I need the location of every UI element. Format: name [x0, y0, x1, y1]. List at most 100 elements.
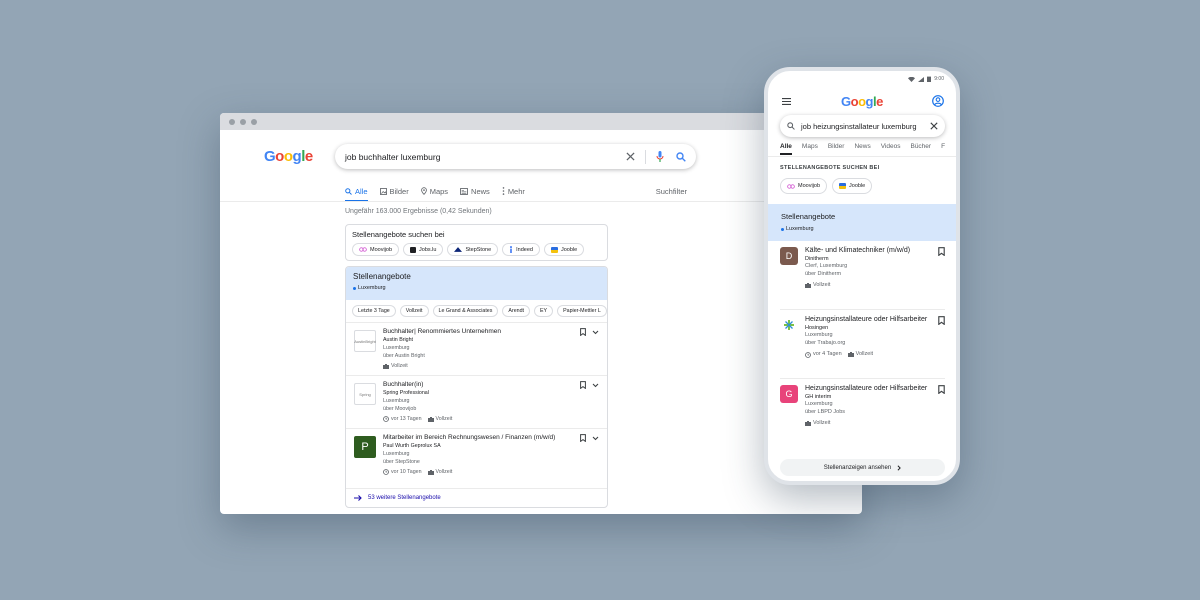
job-meta: vor 13 Tagen Vollzeit — [383, 415, 452, 423]
jobs-location-label: Luxemburg — [358, 285, 386, 291]
job-source: über Austin Bright — [383, 353, 425, 359]
job-meta: Vollzeit — [805, 420, 930, 428]
clock-icon — [383, 416, 389, 422]
search-tabs: Alle Bilder Maps News Mehr Suchfilter — [345, 183, 687, 202]
tab-maps[interactable]: Maps — [420, 183, 448, 199]
provider-chip-label: Moovijob — [798, 183, 821, 189]
tab-all[interactable]: Alle — [345, 183, 368, 202]
job-listing[interactable]: P Mitarbeiter im Bereich Rechnungswesen … — [346, 429, 607, 489]
bookmark-icon[interactable] — [938, 247, 945, 256]
tab-news[interactable]: News — [460, 183, 490, 199]
bookmark-icon[interactable] — [580, 381, 586, 389]
provider-chip-jooble[interactable]: Jooble — [543, 243, 585, 256]
tabs-divider — [768, 156, 956, 157]
bookmark-icon[interactable] — [580, 328, 586, 336]
signal-icon — [918, 76, 925, 82]
job-company: GH interim — [805, 393, 832, 400]
filter-chip[interactable]: Papier-Mettler L — [557, 305, 607, 317]
tab-books[interactable]: Bücher — [910, 143, 931, 155]
microphone-icon[interactable] — [656, 151, 664, 162]
tab-more[interactable]: Mehr — [502, 183, 525, 199]
bookmark-icon[interactable] — [938, 316, 945, 325]
bookmark-icon[interactable] — [580, 434, 586, 442]
google-logo[interactable]: Google — [841, 94, 883, 109]
provider-chip-indeed[interactable]: Indeed — [502, 243, 540, 256]
jobs-header[interactable]: Stellenangebote Luxemburg — [768, 204, 956, 241]
filter-chip[interactable]: Le Grand & Associates — [432, 305, 499, 317]
job-location: Luxemburg — [383, 345, 410, 351]
tab-news[interactable]: News — [854, 143, 870, 155]
provider-chip-label: Jobs.lu — [419, 246, 437, 253]
status-bar: 9:00 — [908, 76, 944, 82]
briefcase-icon — [805, 421, 811, 427]
provider-chip-stepstone[interactable]: StepStone — [447, 243, 499, 256]
job-type: Vollzeit — [383, 362, 408, 370]
location-dot-icon — [353, 286, 356, 290]
tab-label: Mehr — [507, 186, 525, 196]
more-vertical-icon — [502, 187, 505, 195]
job-listing[interactable]: Spring Buchhalter(in) Spring Professiona… — [346, 376, 607, 429]
filter-chip[interactable]: Arendt — [502, 305, 531, 317]
account-icon[interactable] — [932, 95, 944, 107]
briefcase-icon — [383, 363, 389, 369]
clock-icon — [383, 469, 389, 475]
clear-icon[interactable] — [930, 122, 938, 130]
providers-chip-list: Moovijob Jooble — [780, 178, 873, 194]
chevron-down-icon[interactable] — [592, 436, 599, 441]
job-company: Hosingen — [805, 324, 829, 331]
provider-chip-label: StepStone — [465, 246, 492, 253]
search-box[interactable]: job buchhalter luxemburg — [335, 144, 696, 169]
provider-chip-jooble[interactable]: Jooble — [832, 178, 873, 194]
jobs-header[interactable]: Stellenangebote Luxemburg — [346, 267, 607, 300]
job-listing[interactable]: AustinBright Buchhalter| Renommiertes Un… — [346, 323, 607, 376]
provider-chip-moovijob[interactable]: Moovijob — [352, 243, 400, 256]
tab-videos[interactable]: Videos — [881, 143, 901, 155]
filter-chip[interactable]: Letzte 3 Tage — [352, 305, 396, 317]
filter-chip[interactable]: Vollzeit — [399, 305, 429, 317]
more-jobs-label: 53 weitere Stellenangebote — [368, 495, 441, 501]
search-icon[interactable] — [676, 151, 686, 162]
provider-chip-jobs-lu[interactable]: Jobs.lu — [403, 243, 444, 256]
job-info: Heizungsinstallateure oder Hilfsarbeiter… — [805, 316, 930, 359]
chevron-down-icon[interactable] — [592, 383, 599, 388]
news-icon — [460, 187, 468, 195]
tab-all[interactable]: Alle — [780, 143, 792, 155]
mobile-phone: 9:00 Google job heizungsinstallateur lux… — [764, 67, 960, 485]
more-jobs-link[interactable]: 53 weitere Stellenangebote — [346, 489, 607, 507]
search-icon — [345, 187, 352, 195]
company-logo: AustinBright — [354, 330, 376, 352]
view-job-listings-button[interactable]: Stellenanzeigen ansehen — [780, 459, 945, 476]
job-listing[interactable]: G Heizungsinstallateure oder Hilfsarbeit… — [780, 385, 945, 428]
tab-maps[interactable]: Maps — [802, 143, 818, 155]
job-listing[interactable]: Heizungsinstallateure oder Hilfsarbeiter… — [780, 316, 945, 359]
job-source: über LBPD Jobs — [805, 408, 846, 415]
job-company: Dinitherm — [805, 255, 829, 262]
provider-chip-moovijob[interactable]: Moovijob — [780, 178, 828, 194]
providers-chip-list: Moovijob Jobs.lu StepStone Indeed Jooble — [352, 243, 601, 256]
google-logo[interactable]: Google — [264, 148, 313, 165]
job-divider — [780, 309, 945, 310]
tab-images[interactable]: Bilder — [379, 183, 409, 199]
job-listing[interactable]: D Kälte- und Klimatechniker (m/w/d) Dini… — [780, 247, 945, 290]
search-input[interactable]: job buchhalter luxemburg — [345, 152, 626, 162]
clear-icon[interactable] — [626, 152, 635, 161]
wifi-icon — [908, 76, 916, 82]
search-filter-button[interactable]: Suchfilter — [656, 183, 687, 199]
provider-chip-label: Jooble — [560, 246, 578, 253]
chevron-down-icon[interactable] — [592, 330, 599, 335]
tab-images[interactable]: Bilder — [828, 143, 845, 155]
jobs-location-label: Luxemburg — [786, 226, 814, 232]
job-meta: vor 10 Tagen Vollzeit — [383, 468, 563, 476]
briefcase-icon — [847, 352, 854, 358]
hamburger-menu-icon[interactable] — [782, 98, 791, 105]
mobile-search-box[interactable]: job heizungsinstallateur luxemburg — [780, 115, 945, 137]
window-dot-maximize[interactable] — [251, 118, 257, 125]
filter-chip[interactable]: EY — [534, 305, 554, 317]
mobile-search-input[interactable]: job heizungsinstallateur luxemburg — [801, 122, 924, 131]
tab-partial[interactable]: F — [941, 143, 945, 155]
bookmark-icon[interactable] — [938, 385, 945, 394]
window-dot-close[interactable] — [229, 118, 235, 125]
provider-chip-label: Jooble — [849, 183, 866, 189]
stepstone-logo-icon — [454, 247, 463, 252]
window-dot-minimize[interactable] — [240, 118, 246, 125]
